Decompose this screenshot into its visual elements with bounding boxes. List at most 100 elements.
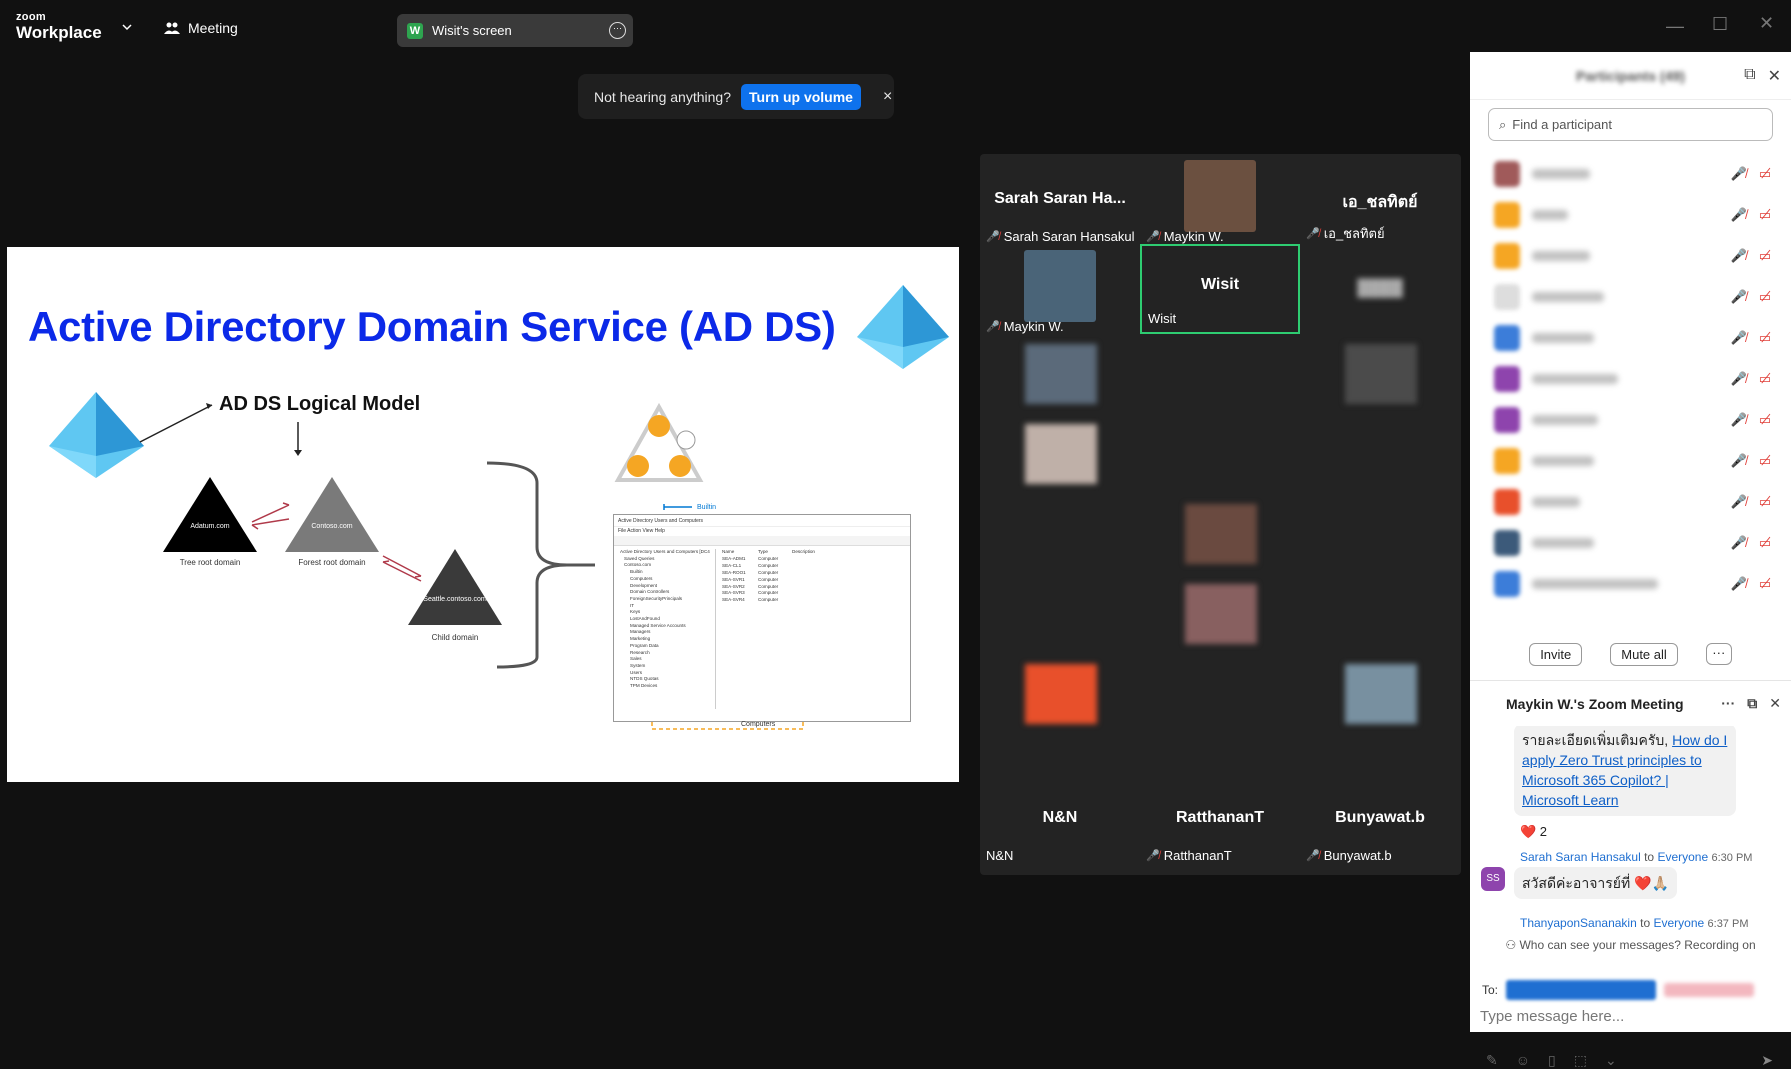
popout-icon[interactable]: ⧉ bbox=[1747, 695, 1757, 712]
mic-off-icon[interactable]: 🎤̸ bbox=[1731, 289, 1747, 305]
minimize-icon[interactable]: — bbox=[1666, 16, 1684, 37]
mic-off-icon[interactable]: 🎤̸ bbox=[1731, 371, 1747, 387]
participant-tile[interactable]: RatthananT 🎤̸ RatthananT bbox=[1140, 779, 1300, 869]
participant-tile[interactable]: Bunyawat.b 🎤̸ Bunyawat.b bbox=[1300, 779, 1460, 869]
participant-search[interactable]: ⌕ Find a participant bbox=[1488, 108, 1773, 141]
video-off-icon[interactable]: ▭̸ bbox=[1759, 412, 1771, 428]
aduc-list: Name Type Description SEA-ADM1 Computer SEA-C… bbox=[718, 549, 908, 604]
side-panel: Participants (49) ⧉ ✕ ⌕ Find a participa… bbox=[1470, 52, 1791, 1068]
video-off-icon[interactable]: ▭̸ bbox=[1759, 207, 1771, 223]
video-off-icon[interactable]: ▭̸ bbox=[1759, 371, 1771, 387]
chevron-down-icon[interactable] bbox=[122, 22, 132, 32]
turn-up-volume-button[interactable]: Turn up volume bbox=[741, 83, 861, 110]
meeting-menu-button[interactable]: Meeting bbox=[164, 20, 238, 36]
participant-row[interactable]: 🎤̸ ▭̸ bbox=[1470, 563, 1791, 604]
mic-off-icon: 🎤̸ bbox=[986, 321, 1000, 333]
participant-tile[interactable]: Sarah Saran Ha... 🎤̸ Sarah Saran Hansakul bbox=[980, 160, 1140, 250]
tile-label: 🎤̸ Maykin W. bbox=[1146, 229, 1224, 244]
participant-video bbox=[1184, 160, 1256, 232]
mic-off-icon[interactable]: 🎤̸ bbox=[1731, 494, 1747, 510]
participant-tile[interactable]: ████ bbox=[1300, 250, 1460, 340]
invite-button[interactable]: Invite bbox=[1529, 643, 1583, 666]
participants-header: Participants (49) ⧉ ✕ bbox=[1470, 52, 1791, 100]
close-panel-icon[interactable]: ✕ bbox=[1768, 66, 1781, 86]
participant-tile[interactable]: 🎤̸ Maykin W. bbox=[1140, 160, 1300, 250]
aduc-tree-item: Research bbox=[630, 649, 650, 655]
mic-off-icon[interactable]: 🎤̸ bbox=[1731, 166, 1747, 182]
chat-toolbar: ✎ ☺ ▯ ⬚ ⌄ bbox=[1486, 1052, 1617, 1069]
mute-all-button[interactable]: Mute all bbox=[1610, 643, 1678, 666]
participant-row[interactable]: 🎤̸ ▭̸ bbox=[1470, 358, 1791, 399]
maximize-icon[interactable]: ☐ bbox=[1712, 14, 1728, 35]
toast-close-icon[interactable]: × bbox=[883, 88, 892, 106]
video-off-icon[interactable]: ▭̸ bbox=[1759, 576, 1771, 592]
aduc-tree-item: LostAndFound bbox=[630, 616, 660, 622]
more-icon[interactable]: ··· bbox=[1721, 695, 1735, 712]
sharer-avatar: W bbox=[407, 22, 423, 39]
participant-tile[interactable]: N&N N&N bbox=[980, 779, 1140, 869]
mic-off-icon[interactable]: 🎤̸ bbox=[1731, 453, 1747, 469]
recipient-row[interactable]: To: bbox=[1482, 980, 1755, 1000]
active-speaker-tile[interactable]: Wisit Wisit bbox=[1140, 244, 1300, 334]
mic-off-icon[interactable]: 🎤̸ bbox=[1731, 535, 1747, 551]
recipient-chip[interactable] bbox=[1506, 980, 1657, 1000]
reaction-badge[interactable]: ❤️ 2 bbox=[1520, 824, 1547, 840]
aduc-tree-item: IT bbox=[630, 602, 635, 608]
participant-row[interactable]: 🎤̸ ▭̸ bbox=[1470, 481, 1791, 522]
participant-row[interactable]: 🎤̸ ▭̸ bbox=[1470, 194, 1791, 235]
emoji-icon[interactable]: ☺ bbox=[1516, 1052, 1530, 1069]
mic-off-icon[interactable]: 🎤̸ bbox=[1731, 207, 1747, 223]
send-icon[interactable]: ➤ bbox=[1761, 1052, 1773, 1069]
video-off-icon[interactable]: ▭̸ bbox=[1759, 535, 1771, 551]
chevron-down-icon[interactable]: ⌄ bbox=[1605, 1052, 1617, 1069]
participant-row[interactable]: 🎤̸ ▭̸ bbox=[1470, 440, 1791, 481]
recipient-chip-secondary[interactable] bbox=[1664, 983, 1755, 997]
screenshot-icon[interactable]: ⬚ bbox=[1574, 1052, 1587, 1069]
video-gallery: Sarah Saran Ha... 🎤̸ Sarah Saran Hansakul… bbox=[980, 154, 1461, 875]
video-off-icon[interactable]: ▭̸ bbox=[1759, 330, 1771, 346]
participant-row[interactable]: 🎤̸ ▭̸ bbox=[1470, 399, 1791, 440]
close-chat-icon[interactable]: ✕ bbox=[1769, 695, 1781, 712]
audio-toast: Not hearing anything? Turn up volume × bbox=[578, 74, 894, 119]
more-button[interactable]: ··· bbox=[1705, 643, 1732, 665]
participant-row[interactable]: 🎤̸ ▭̸ bbox=[1470, 153, 1791, 194]
video-off-icon[interactable]: ▭̸ bbox=[1759, 494, 1771, 510]
tile-label: Wisit bbox=[1148, 311, 1177, 326]
video-off-icon[interactable]: ▭̸ bbox=[1759, 248, 1771, 264]
video-off-icon[interactable]: ▭̸ bbox=[1759, 289, 1771, 305]
mic-off-icon[interactable]: 🎤̸ bbox=[1731, 412, 1747, 428]
more-options-icon[interactable]: ··· bbox=[609, 22, 626, 39]
participant-tile[interactable]: 🎤̸ Maykin W. bbox=[980, 250, 1140, 340]
participant-tile[interactable]: เอ_ชลทิตย์ 🎤̸ เอ_ชลทิตย์ bbox=[1300, 160, 1460, 250]
aduc-tree-item: Saved Queries bbox=[624, 555, 655, 561]
seattle-domain-label: Seattle.contoso.com bbox=[423, 596, 487, 603]
aduc-tree-item: Development bbox=[630, 582, 658, 588]
participant-list[interactable]: 🎤̸ ▭̸ 🎤̸ ▭̸ 🎤̸ ▭̸ 🎤̸ ▭̸ 🎤̸ ▭̸ 🎤̸ ▭̸ 🎤̸ ▭̸ 🎤̸ ▭̸ … bbox=[1470, 153, 1791, 626]
shared-screen-pill[interactable]: W Wisit's screen ··· bbox=[397, 14, 633, 47]
chat-message: รายละเอียดเพิ่มเติมครับ, How do I apply … bbox=[1514, 726, 1736, 816]
participant-name-blurred bbox=[1532, 537, 1594, 548]
recording-notice[interactable]: ⚇ Who can see your messages? Recording o… bbox=[1470, 938, 1791, 952]
zoom-workplace-logo[interactable]: zoom Workplace bbox=[16, 12, 102, 42]
chat-messages[interactable]: รายละเอียดเพิ่มเติมครับ, How do I apply … bbox=[1470, 726, 1791, 936]
close-window-icon[interactable]: ✕ bbox=[1759, 13, 1774, 34]
participant-row[interactable]: 🎤̸ ▭̸ bbox=[1470, 276, 1791, 317]
mic-off-icon[interactable]: 🎤̸ bbox=[1731, 576, 1747, 592]
format-icon[interactable]: ✎ bbox=[1486, 1052, 1498, 1069]
participant-row[interactable]: 🎤̸ ▭̸ bbox=[1470, 522, 1791, 563]
people-icon: ⚇ bbox=[1505, 938, 1517, 952]
title-bar: zoom Workplace Meeting W Wisit's screen … bbox=[0, 0, 1470, 52]
brand-big: Workplace bbox=[16, 23, 102, 42]
chat-input[interactable]: Type message here... bbox=[1480, 1008, 1624, 1025]
chat-meta: ThanyaponSananakin to Everyone 6:37 PM bbox=[1520, 916, 1749, 930]
video-off-icon[interactable]: ▭̸ bbox=[1759, 453, 1771, 469]
participant-row[interactable]: 🎤̸ ▭̸ bbox=[1470, 235, 1791, 276]
popout-icon[interactable]: ⧉ bbox=[1744, 66, 1755, 86]
video-off-icon[interactable]: ▭̸ bbox=[1759, 166, 1771, 182]
file-icon[interactable]: ▯ bbox=[1548, 1052, 1556, 1069]
mic-off-icon[interactable]: 🎤̸ bbox=[1731, 248, 1747, 264]
mic-off-icon: 🎤̸ bbox=[1306, 850, 1320, 862]
participant-row[interactable]: 🎤̸ ▭̸ bbox=[1470, 317, 1791, 358]
mic-off-icon[interactable]: 🎤̸ bbox=[1731, 330, 1747, 346]
aduc-window: Active Directory Users and Computers Fil… bbox=[613, 514, 911, 722]
